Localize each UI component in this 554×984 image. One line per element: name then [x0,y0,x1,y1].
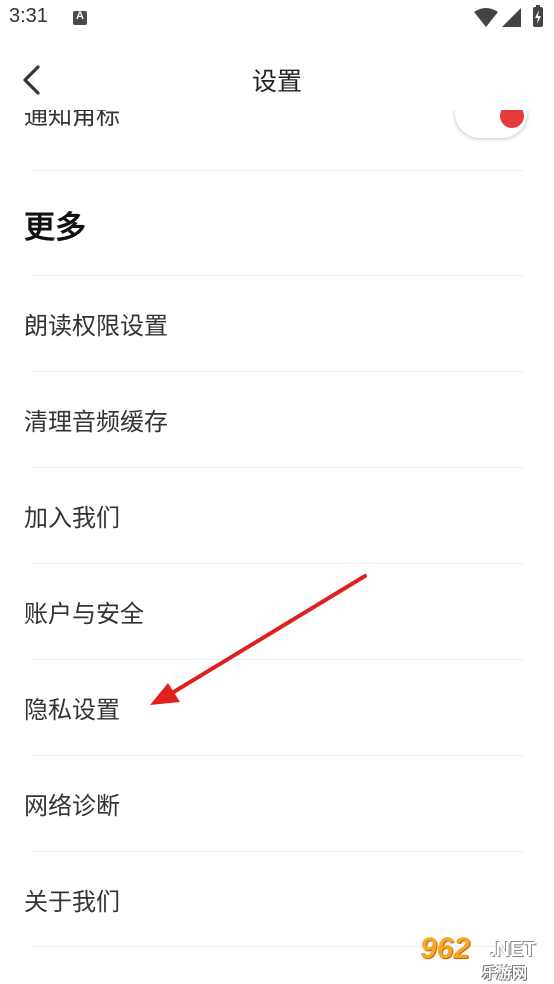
menu-item-account-security[interactable]: 账户与安全 [0,564,554,660]
menu-item-network-diagnosis[interactable]: 网络诊断 [0,756,554,852]
status-time: 3:31 [9,5,48,27]
status-bar: 3:31 [0,0,554,38]
watermark-suffix: .NET [490,939,536,961]
menu-item-label: 朗读权限设置 [24,312,168,340]
menu-item-label: 账户与安全 [24,600,144,628]
menu-item-label: 加入我们 [24,504,120,532]
font-a-icon [73,10,87,25]
section-heading-more: 更多 [24,210,86,246]
menu-item-clear-audio-cache[interactable]: 清理音频缓存 [0,372,554,468]
watermark-main: 962 [420,932,471,965]
menu-item-join-us[interactable]: 加入我们 [0,468,554,564]
battery-charging-icon [533,5,543,27]
wifi-icon [474,8,498,27]
divider [31,170,523,171]
page-title: 设置 [251,67,302,96]
menu-item-label: 清理音频缓存 [24,408,168,436]
toggle-knob [500,110,524,128]
menu-item-label: 隐私设置 [24,696,120,724]
menu-item-label: 网络诊断 [24,792,120,820]
notification-badge-toggle[interactable] [455,110,527,138]
menu-item-privacy-settings[interactable]: 隐私设置 [0,660,554,756]
watermark-sub: 乐游网 [482,964,528,982]
menu-item-read-permission[interactable]: 朗读权限设置 [0,276,554,372]
site-watermark-logo: 962 .NET 乐游网 [412,932,550,982]
menu-item-label: 关于我们 [24,888,120,916]
signal-icon [502,8,521,27]
notification-badge-row[interactable]: 通知角标 [0,110,554,170]
notification-badge-label: 通知角标 [24,110,120,130]
top-app-bar: 设置 [0,50,554,110]
